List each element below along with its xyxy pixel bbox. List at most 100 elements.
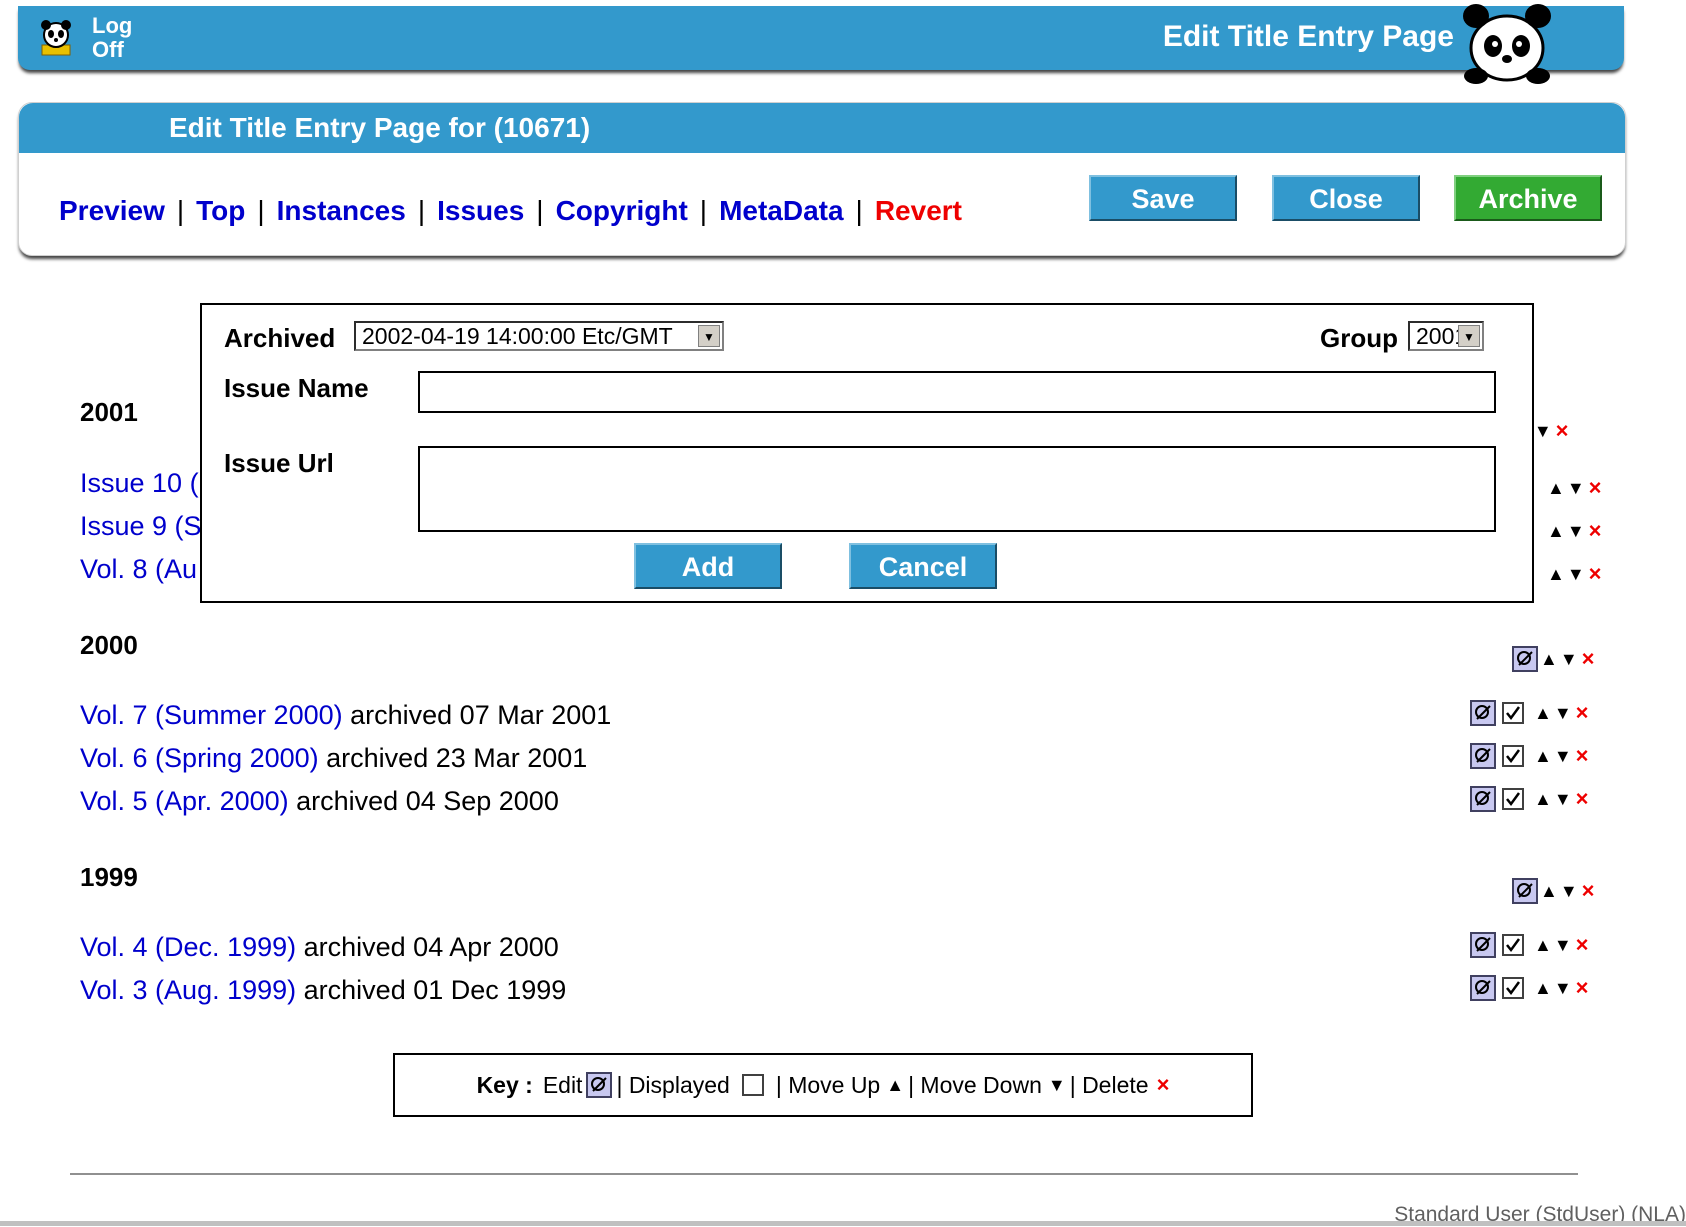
nav-preview-link[interactable]: Preview [59,195,165,226]
close-button[interactable]: Close [1272,175,1420,221]
move-down-icon[interactable]: ▼ [1567,521,1585,542]
delete-icon[interactable]: × [1589,561,1602,587]
delete-icon[interactable]: × [1576,786,1589,812]
key-edit-label: Edit [542,1071,583,1098]
issue-controls: ▲ ▼ × [1470,743,1589,769]
chevron-down-icon: ▼ [698,325,720,347]
archived-date-value: 2002-04-19 14:00:00 Etc/GMT [362,323,673,349]
save-button[interactable]: Save [1089,175,1237,221]
edit-icon[interactable] [1470,743,1496,769]
move-up-icon[interactable]: ▲ [1534,746,1552,767]
move-down-icon[interactable]: ▼ [1567,564,1585,585]
move-up-icon[interactable]: ▲ [1534,978,1552,999]
move-up-icon[interactable]: ▲ [1534,703,1552,724]
nav-links: Preview | Top | Instances | Issues | Copyright | M… [59,195,962,227]
displayed-checkbox[interactable] [1502,745,1524,767]
edit-icon[interactable] [1512,878,1538,904]
move-down-icon[interactable]: ▼ [1554,789,1572,810]
nav-separator: | [257,195,265,226]
move-down-icon[interactable]: ▼ [1554,935,1572,956]
add-issue-dialog: Archived 2002-04-19 14:00:00 Etc/GMT ▼ G… [200,303,1534,603]
issue-link[interactable]: Vol. 4 (Dec. 1999) [80,932,296,962]
move-up-icon[interactable]: ▲ [1547,564,1565,585]
delete-icon[interactable]: × [1576,932,1589,958]
logoff-button[interactable]: Log Off [38,10,132,66]
move-up-icon[interactable]: ▲ [1540,649,1558,670]
move-down-icon[interactable]: ▼ [1554,978,1572,999]
archived-date-select[interactable]: 2002-04-19 14:00:00 Etc/GMT ▼ [354,321,724,351]
issue-link[interactable]: Issue 9 (S [80,511,202,541]
issue-controls: ▲ ▼ × [1545,475,1602,501]
group-heading-2001: 2001 [80,397,138,427]
move-up-icon[interactable]: ▲ [1547,521,1565,542]
issue-controls: ▲ ▼ × [1470,975,1589,1001]
list-item: Vol. 8 (Au [80,554,197,585]
issue-link[interactable]: Issue 10 ( [80,468,199,498]
issue-controls: ▲ ▼ × [1470,932,1589,958]
nav-separator: | [176,195,185,226]
issue-link[interactable]: Vol. 6 (Spring 2000) [80,743,319,773]
issue-link[interactable]: Vol. 3 (Aug. 1999) [80,975,296,1005]
displayed-checkbox[interactable] [1502,934,1524,956]
logoff-label-line1: Log [92,13,133,38]
move-down-icon[interactable]: ▼ [1534,421,1552,442]
issue-archived-text: archived 04 Apr 2000 [296,932,559,962]
delete-icon[interactable]: × [1582,878,1595,904]
move-up-icon[interactable]: ▲ [1540,881,1558,902]
issue-name-input[interactable] [418,371,1496,413]
delete-icon[interactable]: × [1576,975,1589,1001]
delete-icon[interactable]: × [1589,518,1602,544]
nav-instances-link[interactable]: Instances [277,195,406,226]
edit-icon[interactable] [1470,975,1496,1001]
move-down-icon[interactable]: ▼ [1554,703,1572,724]
divider [70,1173,1578,1175]
group-select[interactable]: 2001 ▼ [1408,321,1484,351]
displayed-checkbox[interactable] [1502,788,1524,810]
issue-link[interactable]: Vol. 8 (Au [80,554,197,584]
edit-icon[interactable] [1512,646,1538,672]
issue-archived-text: archived 01 Dec 1999 [296,975,567,1005]
archive-button[interactable]: Archive [1454,175,1602,221]
delete-icon[interactable]: × [1582,646,1595,672]
logoff-label-line2: Off [92,37,124,62]
move-down-icon[interactable]: ▼ [1560,881,1578,902]
displayed-checkbox[interactable] [1502,702,1524,724]
move-down-icon[interactable]: ▼ [1560,649,1578,670]
nav-copyright-link[interactable]: Copyright [556,195,688,226]
group-controls-1999: ▲ ▼ × [1512,878,1595,904]
move-up-icon[interactable]: ▲ [1547,478,1565,499]
key-delete-label: | Delete [1069,1071,1149,1098]
group-label: Group [1320,323,1398,353]
cancel-button[interactable]: Cancel [849,543,997,589]
nav-separator: | [855,195,863,226]
delete-icon[interactable]: × [1589,475,1602,501]
nav-revert-link[interactable]: Revert [875,195,962,226]
key-move-up-label: | Move Up [775,1071,881,1098]
move-up-icon[interactable]: ▲ [1534,935,1552,956]
delete-icon[interactable]: × [1556,418,1569,444]
issue-controls: ▲ ▼ × [1470,786,1589,812]
delete-icon[interactable]: × [1576,743,1589,769]
issue-link[interactable]: Vol. 7 (Summer 2000) [80,700,343,730]
issue-link[interactable]: Vol. 5 (Apr. 2000) [80,786,289,816]
issue-controls: ▲ ▼ × [1470,700,1589,726]
edit-icon[interactable] [1470,700,1496,726]
nav-issues-link[interactable]: Issues [437,195,524,226]
displayed-checkbox[interactable] [1502,977,1524,999]
issue-url-input[interactable] [418,446,1496,532]
nav-metadata-link[interactable]: MetaData [719,195,843,226]
list-item: Issue 9 (S [80,511,202,542]
move-down-icon[interactable]: ▼ [1567,478,1585,499]
delete-icon[interactable]: × [1576,700,1589,726]
move-down-icon[interactable]: ▼ [1554,746,1572,767]
panda-logoff-icon [38,19,74,57]
nav-separator: | [536,195,544,226]
move-up-icon[interactable]: ▲ [1534,789,1552,810]
nav-separator: | [417,195,426,226]
group-controls-2000: ▲ ▼ × [1512,646,1595,672]
chevron-down-icon: ▼ [1458,325,1480,347]
add-button[interactable]: Add [634,543,782,589]
edit-icon[interactable] [1470,786,1496,812]
edit-icon[interactable] [1470,932,1496,958]
nav-top-link[interactable]: Top [196,195,245,226]
